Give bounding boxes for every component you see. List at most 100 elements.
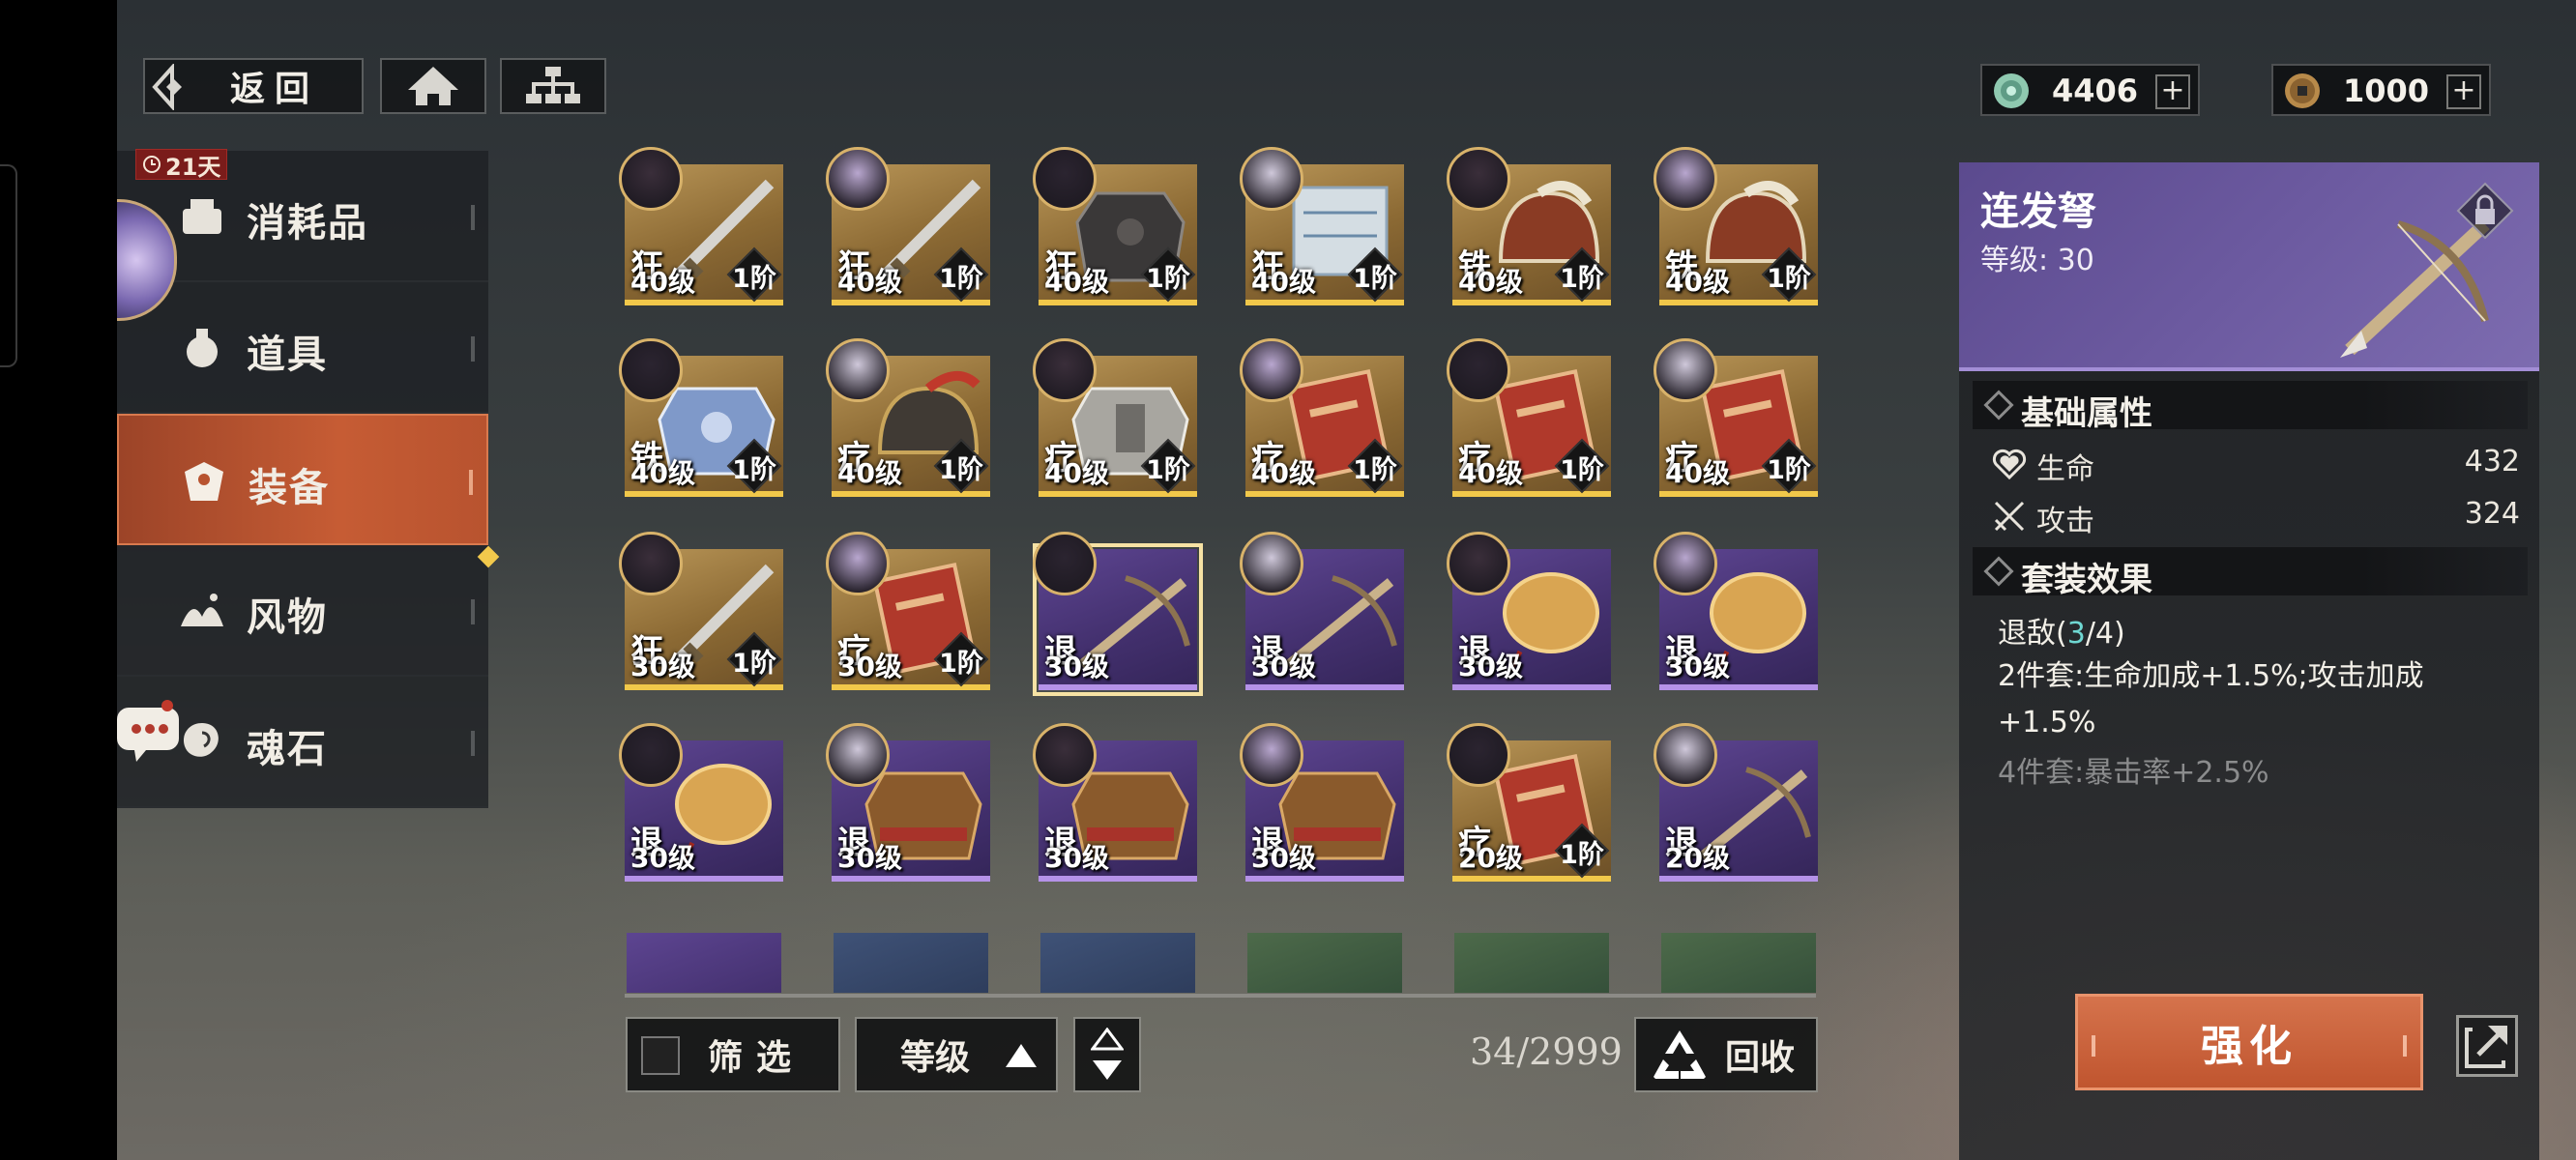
equipment-card-partial[interactable]	[834, 933, 988, 993]
expand-button[interactable]	[2456, 1015, 2518, 1077]
equipment-card[interactable]: 疗 40级 1阶	[1240, 338, 1404, 497]
hierarchy-button[interactable]	[500, 58, 606, 114]
equipment-rank: 1阶	[1146, 455, 1190, 485]
equipment-card-partial[interactable]	[1040, 933, 1195, 993]
equipment-card[interactable]: 退 30级	[1240, 723, 1404, 882]
hero-portrait-avatar	[1033, 532, 1097, 595]
item-level: 等级: 30	[1980, 236, 2094, 278]
stat-row-hp: 生命 432	[1992, 441, 2530, 487]
set-equipped-count: 3	[2066, 617, 2086, 651]
items-icon	[187, 329, 218, 367]
home-button[interactable]	[380, 58, 486, 114]
grid-scroll-divider	[625, 994, 1816, 998]
equipment-card[interactable]: 狂 40级 1阶	[619, 147, 783, 305]
hero-portrait-avatar	[1447, 532, 1510, 595]
equipment-card[interactable]: 疗 40级 1阶	[826, 338, 990, 497]
equipment-card[interactable]: 狂 40级 1阶	[826, 147, 990, 305]
equipment-card[interactable]: 铁 40级 1阶	[1654, 147, 1818, 305]
hero-portrait-avatar	[1654, 338, 1717, 402]
back-button[interactable]: 返回	[143, 58, 364, 114]
lock-icon[interactable]	[2456, 182, 2514, 240]
sidebar-item-scenery[interactable]: 风物	[117, 545, 488, 677]
set-effect-title: 套装效果	[2021, 561, 2152, 599]
equipment-card[interactable]: 退 30级	[1240, 532, 1404, 690]
equipment-card[interactable]: 疗 30级 1阶	[826, 532, 990, 690]
soulstone-icon	[183, 723, 219, 757]
equipment-rank: 1阶	[1560, 455, 1604, 485]
equipment-card[interactable]: 退 30级	[619, 723, 783, 882]
equipment-level: 30级	[1251, 842, 1316, 874]
timer-text: 21天	[165, 153, 221, 181]
back-label: 返回	[229, 70, 319, 109]
equipment-card[interactable]: 退 30级	[1654, 532, 1818, 690]
hero-portrait-avatar	[1654, 723, 1717, 787]
equipment-rank-badge: 1阶	[1140, 246, 1196, 303]
equipment-card[interactable]: 铁 40级 1阶	[619, 338, 783, 497]
equipment-card[interactable]: 疗 20级 1阶	[1447, 723, 1611, 882]
equipment-rank: 1阶	[939, 649, 983, 679]
sidebar-item-equipment[interactable]: 装备	[117, 414, 488, 545]
hero-portrait-avatar	[826, 532, 890, 595]
equipment-icon	[185, 462, 223, 501]
equipment-level: 40级	[1458, 457, 1523, 489]
equipment-level: 30级	[837, 651, 902, 682]
hierarchy-icon	[526, 67, 580, 103]
equipment-rank: 1阶	[732, 455, 776, 485]
equipment-card[interactable]: 狂 40级 1阶	[1033, 147, 1197, 305]
equipment-level: 40级	[1458, 266, 1523, 298]
equipment-level: 30级	[1044, 651, 1109, 682]
hero-portrait-avatar	[1447, 147, 1510, 211]
equipment-card[interactable]: 狂 30级 1阶	[619, 532, 783, 690]
equipment-card[interactable]: 铁 40级 1阶	[1447, 147, 1611, 305]
jade-coin-icon	[1994, 73, 2029, 108]
sort-by-level-button[interactable]: 等级	[855, 1017, 1058, 1092]
equipment-level: 40级	[837, 457, 902, 489]
equipment-card[interactable]: 退 20级	[1654, 723, 1818, 882]
equipment-card-partial[interactable]	[627, 933, 781, 993]
equipment-level: 30级	[1044, 842, 1109, 874]
equipment-card-partial[interactable]	[1454, 933, 1609, 993]
equipment-card[interactable]: 退 30级	[1033, 723, 1197, 882]
equipment-card-partial[interactable]	[1661, 933, 1816, 993]
recycle-button[interactable]: 回收	[1634, 1017, 1818, 1092]
equipment-rank-badge: 1阶	[933, 246, 989, 303]
equipment-card[interactable]: 狂 40级 1阶	[1240, 147, 1404, 305]
sidebar-item-label: 装备	[249, 466, 330, 510]
set-name-prefix: 退敌(	[1998, 617, 2067, 651]
equipment-level: 40级	[1665, 266, 1730, 298]
equipment-card[interactable]: 疗 40级 1阶	[1654, 338, 1818, 497]
equipment-card[interactable]: 退 30级	[1447, 532, 1611, 690]
equipment-level: 30级	[1251, 651, 1316, 682]
equipment-level: 40级	[1251, 266, 1316, 298]
filter-checkbox[interactable]	[641, 1036, 680, 1075]
item-detail-header: 连发弩 等级: 30	[1959, 162, 2539, 371]
stat-row-attack: 攻击 324	[1992, 493, 2530, 539]
currency-copper-add-button[interactable]: +	[2446, 74, 2481, 109]
equipment-card-partial[interactable]	[1247, 933, 1402, 993]
sidebar-item-items[interactable]: 道具	[117, 282, 488, 414]
sort-order-toggle[interactable]	[1073, 1017, 1141, 1092]
chat-bubble-icon[interactable]	[117, 700, 179, 764]
set-effect-header: 套装效果	[1973, 547, 2528, 599]
enhance-label: 强化	[2201, 1022, 2298, 1071]
equipment-card[interactable]: 退 30级	[1033, 532, 1203, 696]
currency-jade-add-button[interactable]: +	[2155, 74, 2190, 109]
equipment-card[interactable]: 疗 40级 1阶	[1033, 338, 1197, 497]
sidebar-item-label: 魂石	[247, 727, 328, 771]
sidebar-item-label: 消耗品	[247, 201, 368, 246]
enhance-button[interactable]: 强化	[2075, 994, 2423, 1090]
equipment-rank-badge: 1阶	[1554, 246, 1610, 303]
set-name: 退敌(3/4)	[1998, 609, 2125, 652]
equipment-card[interactable]: 疗 40级 1阶	[1447, 338, 1611, 497]
equipment-rank-badge: 1阶	[1140, 438, 1196, 494]
equipment-card[interactable]: 退 30级	[826, 723, 990, 882]
equipment-rank: 1阶	[1146, 264, 1190, 294]
equipment-rank-badge: 1阶	[726, 631, 782, 687]
sidebar-item-marker	[469, 470, 473, 495]
expand-arrow-icon	[2465, 1026, 2507, 1068]
set-bonus-2: 2件套:生命加成+1.5%;攻击加成+1.5%	[1998, 659, 2424, 740]
filter-button[interactable]: 筛选	[626, 1017, 840, 1092]
item-level-value: 30	[2057, 244, 2094, 277]
equipment-rank-badge: 1阶	[1347, 246, 1403, 303]
hero-portrait-avatar	[1240, 723, 1303, 787]
